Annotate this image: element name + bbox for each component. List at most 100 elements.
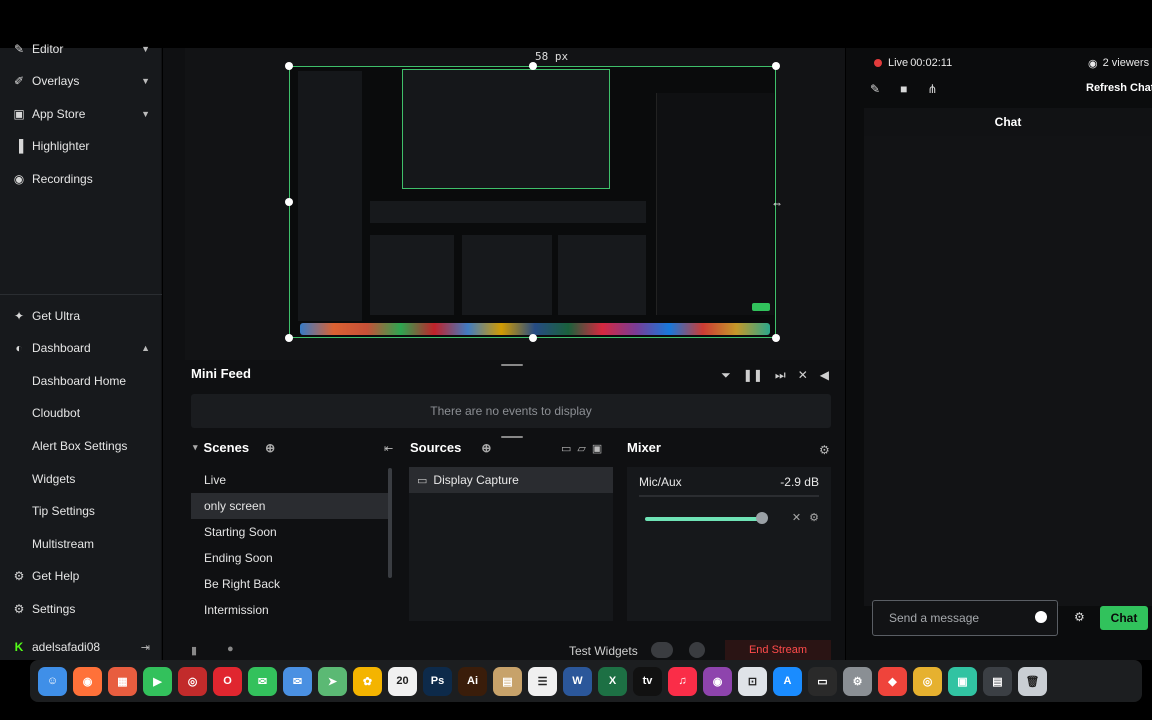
resize-handle[interactable] (529, 334, 537, 342)
sidebar-item-label: Get Help (32, 569, 80, 583)
resize-handle[interactable] (285, 198, 293, 206)
scenes-scrollbar[interactable] (388, 468, 392, 578)
scene-item[interactable]: Live (191, 467, 391, 493)
scene-item[interactable]: only screen (191, 493, 391, 519)
scene-item[interactable]: Starting Soon (191, 519, 391, 545)
illustrator-icon[interactable]: Ai (458, 666, 487, 696)
eye-icon: ◉ (1088, 58, 1098, 70)
excel-icon[interactable]: X (598, 666, 627, 696)
calendar-icon[interactable]: 20 (388, 666, 417, 696)
photoshop-icon[interactable]: Ps (423, 666, 452, 696)
account-name: adelsafadi08 (32, 640, 101, 654)
finder-icon[interactable]: ☺ (38, 666, 67, 696)
camera-icon[interactable]: ■ (900, 82, 907, 96)
notes-icon[interactable]: ▤ (493, 666, 522, 696)
volume-icon[interactable]: ◀ (820, 368, 829, 383)
sidebar-item-multistream[interactable]: Multistream (0, 529, 162, 559)
trash-icon[interactable]: 🗑 (1018, 666, 1047, 696)
sidebar-item-app-store[interactable]: ▣ App Store ▼ (0, 99, 162, 129)
music-icon[interactable]: ♫ (668, 666, 697, 696)
anydesk-icon[interactable]: ◆ (878, 666, 907, 696)
sidebar-item-account[interactable]: K adelsafadi08 ⇥ (0, 632, 162, 662)
offset-label: 58 px (535, 50, 569, 63)
chevron-down-icon[interactable]: ▾ (193, 442, 198, 453)
stream-preview[interactable]: 58 px ⇔ (185, 48, 850, 360)
resize-handle[interactable] (285, 334, 293, 342)
sidebar-item-dashboard-home[interactable]: Dashboard Home (0, 366, 162, 396)
launchpad-icon[interactable]: ▦ (108, 666, 137, 696)
mail-icon[interactable]: ✉ (283, 666, 312, 696)
sidebar-item-dashboard[interactable]: ◐ Dashboard ▲ (0, 333, 162, 363)
terminal-icon[interactable]: ▭ (808, 666, 837, 696)
resize-handle[interactable] (529, 62, 537, 70)
replay-icon[interactable] (689, 642, 705, 658)
chrome-icon[interactable]: ◎ (913, 666, 942, 696)
chat-send-button[interactable]: Chat (1100, 606, 1148, 630)
appletv-icon[interactable]: tv (633, 666, 662, 696)
recorder-icon[interactable]: ◎ (178, 666, 207, 696)
photos-icon[interactable]: ✿ (353, 666, 382, 696)
performance-icon[interactable]: ▮ (191, 644, 197, 657)
word-icon[interactable]: W (563, 666, 592, 696)
sidebar-item-editor[interactable]: ✎ Editor ▼ (0, 34, 162, 64)
sidebar-item-highlighter[interactable]: ▐ Highlighter (0, 131, 162, 161)
sidebar-item-alert-box-settings[interactable]: Alert Box Settings (0, 431, 162, 461)
source-tools-icon[interactable]: ▭▱▣ (561, 442, 608, 455)
chat-input[interactable]: Send a message (872, 600, 1058, 636)
add-scene-icon[interactable]: ⊕ (265, 441, 275, 455)
scene-item[interactable]: Intermission (191, 597, 391, 623)
nested-mini-feed (370, 201, 646, 223)
mixer-settings-icon[interactable]: ⚙ (819, 443, 830, 457)
channel-level: -2.9 dB (780, 475, 819, 489)
add-source-icon[interactable]: ⊕ (481, 441, 491, 455)
sidebar-item-get-ultra[interactable]: ✦ Get Ultra (0, 301, 162, 331)
firefox-icon[interactable]: ◉ (73, 666, 102, 696)
share-icon[interactable]: ⋔ (927, 82, 937, 96)
sidebar-item-overlays[interactable]: ✐ Overlays ▼ (0, 66, 162, 96)
scene-item[interactable]: Be Right Back (191, 571, 391, 597)
chat-settings-icon[interactable]: ⚙ (1074, 610, 1085, 624)
filter-icon[interactable]: ⏷ (721, 368, 731, 383)
sidebar-item-recordings[interactable]: ◉ Recordings (0, 164, 162, 194)
resize-handle[interactable] (772, 334, 780, 342)
end-stream-button[interactable]: End Stream (725, 640, 831, 660)
logout-icon[interactable]: ⇥ (141, 641, 150, 654)
podcasts-icon[interactable]: ◉ (703, 666, 732, 696)
streamlabs-icon[interactable]: ▣ (948, 666, 977, 696)
system-settings-icon[interactable]: ⚙ (843, 666, 872, 696)
pause-icon[interactable]: ❚❚ (743, 368, 763, 383)
messages-icon[interactable]: ✉ (248, 666, 277, 696)
test-widgets-button[interactable]: Test Widgets (569, 644, 638, 658)
refresh-chat-button[interactable]: Refresh Chat (1086, 82, 1152, 94)
volume-slider[interactable] (645, 517, 762, 521)
mic-icon[interactable]: ● (227, 643, 234, 655)
mute-alerts-icon[interactable]: ✕ (798, 368, 808, 383)
scene-transition-icon[interactable]: ⇤ (384, 442, 393, 455)
sidebar-item-widgets[interactable]: Widgets (0, 464, 162, 494)
source-item[interactable]: ▭ Display Capture (409, 467, 613, 493)
sidebar-item-settings[interactable]: ⚙ Settings (0, 594, 162, 624)
panel-drag-handle[interactable] (501, 436, 523, 438)
opera-icon[interactable]: O (213, 666, 242, 696)
rec-icon[interactable] (651, 642, 673, 658)
facetime-icon[interactable]: ▶ (143, 666, 172, 696)
sidebar-item-cloudbot[interactable]: Cloudbot (0, 398, 162, 428)
edit-stream-info-icon[interactable]: ✎ (870, 82, 880, 96)
preview-canvas[interactable] (289, 66, 776, 338)
appstore-icon[interactable]: A (773, 666, 802, 696)
resize-handle[interactable] (772, 62, 780, 70)
sidebar-item-tip-settings[interactable]: Tip Settings (0, 496, 162, 526)
channel-settings-icon[interactable]: ⚙ (809, 511, 819, 524)
emoji-icon[interactable] (1035, 611, 1047, 623)
resize-handle[interactable] (285, 62, 293, 70)
nested-scenes (370, 235, 454, 315)
volume-slider-knob[interactable] (756, 512, 768, 524)
sidebar-item-get-help[interactable]: ⚙ Get Help (0, 561, 162, 591)
scene-item[interactable]: Ending Soon (191, 545, 391, 571)
maps-icon[interactable]: ➤ (318, 666, 347, 696)
skip-icon[interactable]: ⏭ (775, 368, 786, 383)
mute-icon[interactable]: ✕ (792, 511, 801, 524)
screenshot-thumbnail-icon[interactable]: ▤ (983, 666, 1012, 696)
reminders-icon[interactable]: ☰ (528, 666, 557, 696)
obs-icon[interactable]: ⊡ (738, 666, 767, 696)
